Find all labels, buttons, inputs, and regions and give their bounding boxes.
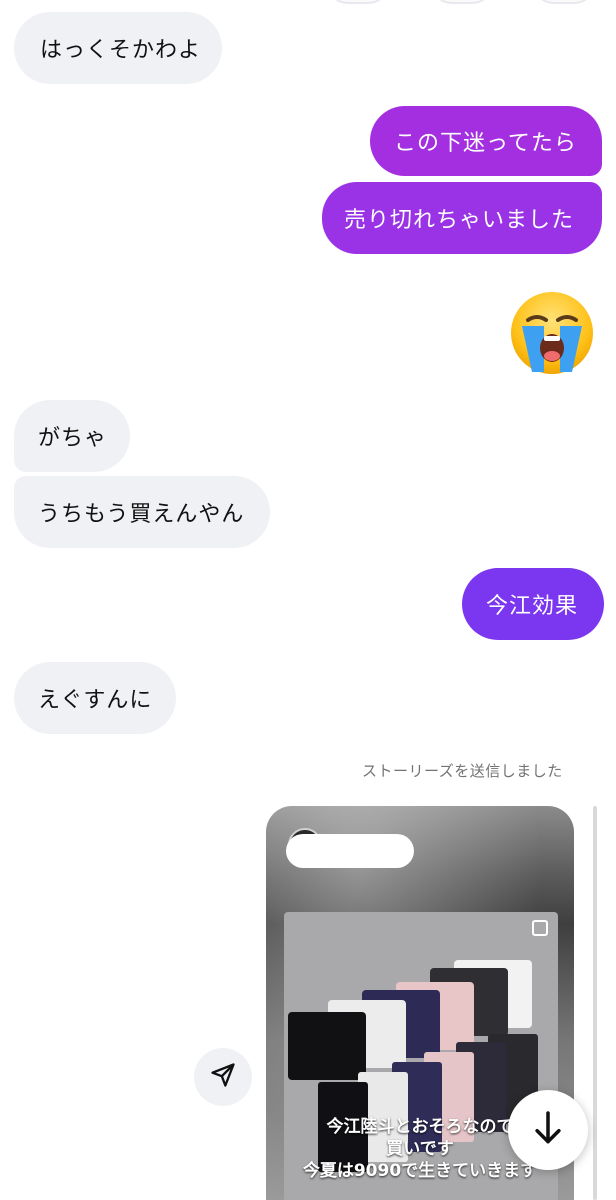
- photo-corner-icon: [532, 920, 548, 936]
- sent-message[interactable]: この下迷ってたら: [370, 106, 602, 176]
- message-text: えぐすんに: [38, 688, 153, 713]
- send-icon: [209, 1061, 237, 1093]
- scroll-to-bottom-button[interactable]: [508, 1090, 588, 1170]
- loudly-crying-face-icon[interactable]: [508, 290, 596, 376]
- sent-message[interactable]: 売り切れちゃいました: [322, 182, 602, 254]
- share-button[interactable]: [194, 1048, 252, 1106]
- avatar: [430, 0, 494, 4]
- received-message[interactable]: えぐすんに: [14, 662, 176, 734]
- avatar: [326, 0, 390, 4]
- tshirt-black: [288, 1012, 366, 1080]
- story-sent-caption: ストーリーズを送信しました: [362, 762, 563, 780]
- message-text: 今江効果: [486, 594, 579, 619]
- top-avatar-strip: [0, 0, 616, 6]
- arrow-down-icon: [531, 1109, 565, 1151]
- message-text: この下迷ってたら: [394, 131, 577, 156]
- message-text: がちゃ: [38, 426, 108, 451]
- received-message[interactable]: うちもう買えんやん: [14, 476, 270, 548]
- scrollbar[interactable]: [593, 806, 597, 1200]
- sent-message[interactable]: 今江効果: [462, 568, 604, 640]
- message-text: うちもう買えんやん: [38, 502, 245, 527]
- avatar: [532, 0, 596, 4]
- received-message[interactable]: がちゃ: [14, 400, 130, 472]
- story-author-name-redacted: [286, 834, 414, 868]
- message-text: はっくそかわよ: [40, 38, 202, 63]
- received-message[interactable]: はっくそかわよ: [14, 12, 222, 84]
- message-text: 売り切れちゃいました: [344, 208, 575, 233]
